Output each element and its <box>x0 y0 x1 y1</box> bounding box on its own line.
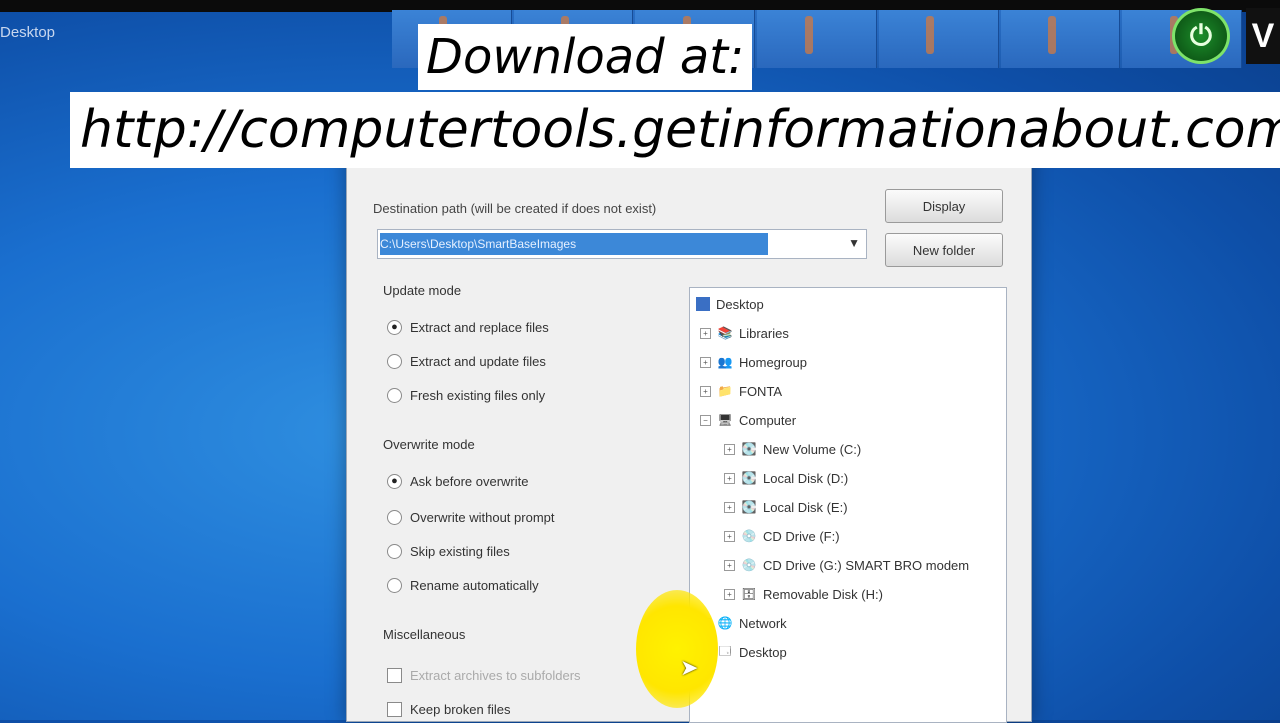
radio-icon <box>387 509 402 525</box>
overwrite-mode-option[interactable]: Skip existing files <box>387 541 510 561</box>
v-logo-icon: V <box>1246 8 1280 64</box>
miscellaneous-label: Miscellaneous <box>383 627 466 642</box>
collapse-icon[interactable]: − <box>700 414 711 426</box>
display-button[interactable]: Display <box>885 189 1003 223</box>
checkbox-icon <box>387 701 402 717</box>
power-logo-icon: ⏻ <box>1172 8 1230 64</box>
expand-icon[interactable]: + <box>724 443 735 455</box>
desktop-icon <box>696 297 710 311</box>
option-label: Keep broken files <box>410 701 511 717</box>
expand-icon[interactable]: + <box>724 501 735 513</box>
update-mode-option[interactable]: Extract and update files <box>387 351 546 371</box>
tree-node-label: Removable Disk (H:) <box>763 586 883 602</box>
tree-node[interactable]: Desktop <box>696 294 764 314</box>
checkbox-icon <box>387 667 402 683</box>
radio-checked-icon: ● <box>387 473 402 489</box>
option-label: Skip existing files <box>410 543 510 559</box>
tree-node[interactable]: − 🖥 Computer <box>700 410 796 430</box>
tree-node-label: FONTA <box>739 383 783 399</box>
tree-node[interactable]: + 📁 FONTA <box>700 381 782 401</box>
overwrite-mode-option[interactable]: Overwrite without prompt <box>387 507 555 527</box>
removable-icon: 🗄 <box>741 587 757 601</box>
option-label: Extract and replace files <box>410 319 549 335</box>
download-banner-line1: Download at: <box>418 24 753 90</box>
expand-icon[interactable]: + <box>724 559 735 571</box>
update-mode-option[interactable]: Fresh existing files only <box>387 385 545 405</box>
overwrite-mode-option[interactable]: Rename automatically <box>387 575 539 595</box>
option-label: Ask before overwrite <box>410 473 529 489</box>
network-icon: 🌐 <box>717 616 733 630</box>
radio-icon <box>387 577 402 593</box>
drive-icon: 💽 <box>741 471 757 485</box>
tree-node-label: New Volume (C:) <box>763 441 862 457</box>
option-label: Extract archives to subfolders <box>410 667 581 683</box>
destination-path-value: C:\Users\Desktop\SmartBaseImages <box>380 233 768 255</box>
tree-node[interactable]: + 👥 Homegroup <box>700 352 807 372</box>
tree-node-label: CD Drive (G:) SMART BRO modem <box>763 557 970 573</box>
tree-node-label: Computer <box>739 412 797 428</box>
expand-icon[interactable]: + <box>700 327 711 339</box>
misc-option[interactable]: Keep broken files <box>387 699 510 719</box>
overwrite-mode-label: Overwrite mode <box>383 437 475 452</box>
tree-node-label: Local Disk (D:) <box>763 470 849 486</box>
homegroup-icon: 👥 <box>717 355 733 369</box>
tree-node-label: Local Disk (E:) <box>763 499 848 515</box>
desktop-icon: 🗔 <box>718 643 732 658</box>
folder-icon: 📁 <box>717 384 733 398</box>
folder-tree[interactable]: Desktop + 📚 Libraries + 👥 Homegroup + 📁 … <box>689 287 1007 723</box>
expand-icon[interactable]: + <box>700 356 711 368</box>
mouse-cursor-icon: ➤ <box>680 655 699 680</box>
new-folder-button[interactable]: New folder <box>885 233 1003 267</box>
destination-path-label: Destination path (will be created if doe… <box>373 201 657 216</box>
update-mode-option[interactable]: ● Extract and replace files <box>387 317 549 337</box>
tree-node-label: CD Drive (F:) <box>763 528 840 544</box>
radio-icon <box>387 543 402 559</box>
thumbnail[interactable] <box>757 10 877 68</box>
destination-path-combobox[interactable]: C:\Users\Desktop\SmartBaseImages ▼ <box>377 229 867 259</box>
cd-icon: 💿 <box>741 558 757 572</box>
expand-icon[interactable]: + <box>724 588 735 600</box>
update-mode-label: Update mode <box>383 283 462 298</box>
radio-checked-icon: ● <box>387 319 402 335</box>
option-label: Fresh existing files only <box>410 387 546 403</box>
tree-node-label: Desktop <box>716 296 764 312</box>
radio-icon <box>387 387 402 403</box>
expand-icon[interactable]: + <box>700 385 711 397</box>
tree-node[interactable]: + 💿 CD Drive (F:) <box>724 526 840 546</box>
tree-node[interactable]: + 💽 Local Disk (D:) <box>724 468 848 488</box>
libraries-icon: 📚 <box>717 326 733 340</box>
tree-node-label: Network <box>739 615 787 631</box>
tree-node[interactable]: + 💿 CD Drive (G:) SMART BRO modem <box>724 555 969 575</box>
tree-node[interactable]: + 📚 Libraries <box>700 323 789 343</box>
tree-node[interactable]: + 🗄 Removable Disk (H:) <box>724 584 883 604</box>
expand-icon[interactable]: + <box>724 530 735 542</box>
option-label: Extract and update files <box>410 353 546 369</box>
cursor-highlight <box>636 590 718 708</box>
overwrite-mode-option[interactable]: ● Ask before overwrite <box>387 471 529 491</box>
drive-icon: 💽 <box>741 500 757 514</box>
tree-node-label: Libraries <box>739 325 789 341</box>
cd-icon: 💿 <box>741 529 757 543</box>
computer-icon: 🖥 <box>717 413 733 427</box>
thumbnail[interactable] <box>878 10 999 68</box>
radio-icon <box>387 353 402 369</box>
option-label: Rename automatically <box>410 577 539 593</box>
desktop-label: Desktop <box>0 24 56 41</box>
option-label: Overwrite without prompt <box>410 509 555 525</box>
expand-icon[interactable]: + <box>724 472 735 484</box>
tree-node[interactable]: + 💽 Local Disk (E:) <box>724 497 848 517</box>
tree-node-label: Homegroup <box>739 354 807 370</box>
misc-option[interactable]: Extract archives to subfolders <box>387 665 581 685</box>
tree-node[interactable]: + 💽 New Volume (C:) <box>724 439 861 459</box>
download-banner-url: http://computertools.getinformationabout… <box>70 92 1280 168</box>
thumbnail[interactable] <box>1000 10 1121 68</box>
tree-node-label: Desktop <box>739 644 787 660</box>
dropdown-arrow-icon[interactable]: ▼ <box>848 236 860 250</box>
drive-icon: 💽 <box>741 442 757 456</box>
